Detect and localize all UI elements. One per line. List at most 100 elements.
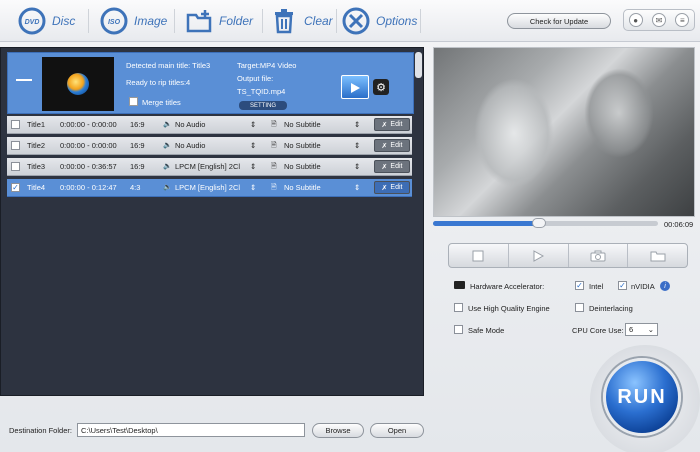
chevron-updown-icon[interactable]: ⇕ xyxy=(250,141,256,150)
collapse-icon[interactable] xyxy=(16,79,32,81)
merge-titles-checkbox[interactable] xyxy=(129,97,138,106)
setting-button[interactable]: SETTING xyxy=(239,101,287,110)
hardware-accelerator-label: Hardware Accelerator: xyxy=(470,282,545,291)
deinterlacing-checkbox[interactable] xyxy=(575,303,584,312)
audio-track[interactable]: No Audio xyxy=(175,120,205,129)
playback-progress-bar[interactable] xyxy=(433,218,658,228)
detected-title-text: Detected main title: Title3 xyxy=(126,61,211,70)
gear-icon[interactable]: ⚙ xyxy=(373,79,389,95)
subtitle-track[interactable]: No Subtitle xyxy=(284,120,321,129)
edit-label: Edit xyxy=(390,163,403,170)
title-row-selected[interactable]: ✓ Title4 0:00:00 - 0:12:47 4:3 🔈 LPCM [E… xyxy=(7,179,412,197)
edit-button[interactable]: ✗ Edit xyxy=(374,118,410,131)
edit-label: Edit xyxy=(390,142,403,149)
audio-track[interactable]: LPCM [English] 2Cl xyxy=(175,183,240,192)
options-button[interactable]: Options xyxy=(342,6,417,36)
info-icon[interactable]: i xyxy=(660,281,670,291)
edit-button[interactable]: ✗ Edit xyxy=(374,139,410,152)
title-checkbox-checked[interactable]: ✓ xyxy=(11,183,20,192)
audio-icon: 🔈 xyxy=(163,163,172,170)
browse-button[interactable]: Browse xyxy=(312,423,364,438)
gpu-icon xyxy=(454,281,465,289)
title-row[interactable]: Title2 0:00:00 - 0:00:00 16:9 🔈 No Audio… xyxy=(7,137,412,155)
disc-thumbnail xyxy=(42,57,114,111)
iso-image-icon: ISO xyxy=(100,7,128,35)
scissors-icon: ✗ xyxy=(381,142,388,150)
title-aspect: 16:9 xyxy=(130,141,145,150)
subtitle-icon: 🗎 xyxy=(271,184,277,191)
chevron-updown-icon[interactable]: ⇕ xyxy=(354,141,360,150)
audio-track[interactable]: LPCM [English] 2Cl xyxy=(175,162,240,171)
title-duration: 0:00:00 - 0:00:00 xyxy=(60,120,117,129)
disc-button[interactable]: DVD Disc xyxy=(18,6,75,36)
title-name: Title1 xyxy=(27,120,46,129)
cpu-core-select[interactable]: 6 ⌄ xyxy=(625,323,658,336)
chevron-updown-icon[interactable]: ⇕ xyxy=(354,162,360,171)
check-update-button[interactable]: Check for Update xyxy=(507,13,611,29)
play-button[interactable] xyxy=(509,244,569,267)
clear-label: Clear xyxy=(304,14,333,28)
menu-icon[interactable]: ≡ xyxy=(675,13,690,27)
title-row[interactable]: Title3 0:00:00 - 0:36:57 16:9 🔈 LPCM [En… xyxy=(7,158,412,176)
add-folder-icon xyxy=(185,7,213,35)
scissors-icon: ✗ xyxy=(381,121,388,129)
toolbar: DVD Disc ISO Image Folder Clear Options … xyxy=(0,0,700,42)
high-quality-engine-checkbox[interactable] xyxy=(454,303,463,312)
edit-button[interactable]: ✗ Edit xyxy=(374,160,410,173)
tools-icon xyxy=(342,7,370,35)
progress-knob[interactable] xyxy=(531,218,546,228)
chevron-updown-icon[interactable]: ⇕ xyxy=(250,162,256,171)
chevron-updown-icon[interactable]: ⇕ xyxy=(250,183,256,192)
nvidia-label: nVIDIA xyxy=(631,282,655,291)
chevron-updown-icon[interactable]: ⇕ xyxy=(354,120,360,129)
open-folder-button[interactable] xyxy=(628,244,687,267)
title-checkbox[interactable] xyxy=(11,120,20,129)
audio-track[interactable]: No Audio xyxy=(175,141,205,150)
subtitle-track[interactable]: No Subtitle xyxy=(284,183,321,192)
high-quality-engine-label: Use High Quality Engine xyxy=(468,304,550,313)
stop-icon xyxy=(472,250,484,261)
list-scrollbar[interactable] xyxy=(415,52,422,78)
image-button[interactable]: ISO Image xyxy=(100,6,167,36)
toolbar-divider xyxy=(88,9,89,33)
dvd-disc-icon: DVD xyxy=(18,7,46,35)
title-checkbox[interactable] xyxy=(11,162,20,171)
nvidia-checkbox[interactable]: ✓ xyxy=(618,281,627,290)
mp4-video-icon[interactable] xyxy=(341,75,369,99)
subtitle-track[interactable]: No Subtitle xyxy=(284,141,321,150)
ready-titles-text: Ready to rip titles:4 xyxy=(126,78,191,87)
chevron-updown-icon[interactable]: ⇕ xyxy=(354,183,360,192)
title-aspect: 4:3 xyxy=(130,183,141,192)
encoding-settings: Hardware Accelerator: ✓ Intel ✓ nVIDIA i… xyxy=(448,271,688,347)
mail-icon[interactable]: ✉ xyxy=(651,13,666,27)
title-duration: 0:00:00 - 0:00:00 xyxy=(60,141,117,150)
edit-button[interactable]: ✗ Edit xyxy=(374,181,410,194)
disc-summary[interactable]: Detected main title: Title3 Ready to rip… xyxy=(7,52,414,114)
output-file-label: Output file: xyxy=(237,74,274,83)
folder-button[interactable]: Folder xyxy=(185,6,253,36)
chevron-down-icon: ⌄ xyxy=(647,325,654,334)
destination-folder-input[interactable]: C:\Users\Test\Desktop\ xyxy=(77,423,305,437)
preview-frame-detail xyxy=(474,78,554,188)
run-button[interactable]: RUN xyxy=(603,358,681,436)
folder-label: Folder xyxy=(219,14,254,28)
folder-icon xyxy=(650,251,666,261)
play-icon xyxy=(533,249,545,262)
title-row[interactable]: Title1 0:00:00 - 0:00:00 16:9 🔈 No Audio… xyxy=(7,116,412,134)
clear-button[interactable]: Clear xyxy=(270,6,333,36)
safe-mode-checkbox[interactable] xyxy=(454,325,463,334)
snapshot-button[interactable] xyxy=(569,244,629,267)
intel-checkbox[interactable]: ✓ xyxy=(575,281,584,290)
title-name: Title2 xyxy=(27,141,46,150)
user-icon[interactable]: ● xyxy=(628,13,643,27)
stop-button[interactable] xyxy=(449,244,509,267)
edit-label: Edit xyxy=(390,121,403,128)
chevron-updown-icon[interactable]: ⇕ xyxy=(250,120,256,129)
open-button[interactable]: Open xyxy=(370,423,424,438)
title-name: Title3 xyxy=(27,162,46,171)
preview-frame-detail xyxy=(584,68,654,158)
subtitle-track[interactable]: No Subtitle xyxy=(284,162,321,171)
title-checkbox[interactable] xyxy=(11,141,20,150)
title-aspect: 16:9 xyxy=(130,162,145,171)
edit-label: Edit xyxy=(390,184,403,191)
